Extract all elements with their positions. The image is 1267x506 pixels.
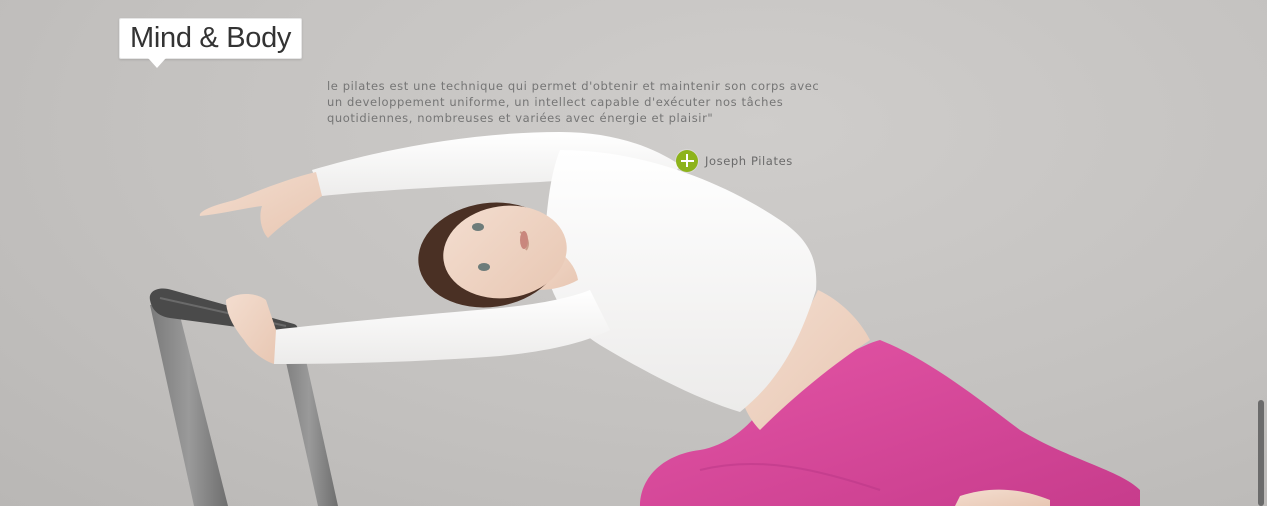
scrollbar-thumb[interactable] (1258, 400, 1264, 506)
plus-circle-icon[interactable] (676, 149, 698, 172)
shirt (544, 150, 817, 412)
pilates-woman-photo (149, 132, 1140, 506)
quote-line: quotidiennes, nombreuses et variées avec… (327, 111, 714, 125)
page-title: Mind & Body (130, 22, 292, 54)
author-link[interactable]: Joseph Pilates (676, 149, 793, 172)
pilates-quote: le pilates est une technique qui permet … (327, 78, 827, 126)
author-name[interactable]: Joseph Pilates (705, 154, 793, 168)
hero-banner: Mind & Body le pilates est une technique… (0, 0, 1267, 506)
section-title-bubble: Mind & Body (119, 18, 303, 68)
speech-pointer-icon (148, 58, 166, 68)
quote-line: le pilates est une technique qui permet … (327, 79, 820, 93)
vertical-scrollbar[interactable] (1255, 0, 1267, 506)
quote-line: un developpement uniforme, un intellect … (327, 95, 784, 109)
